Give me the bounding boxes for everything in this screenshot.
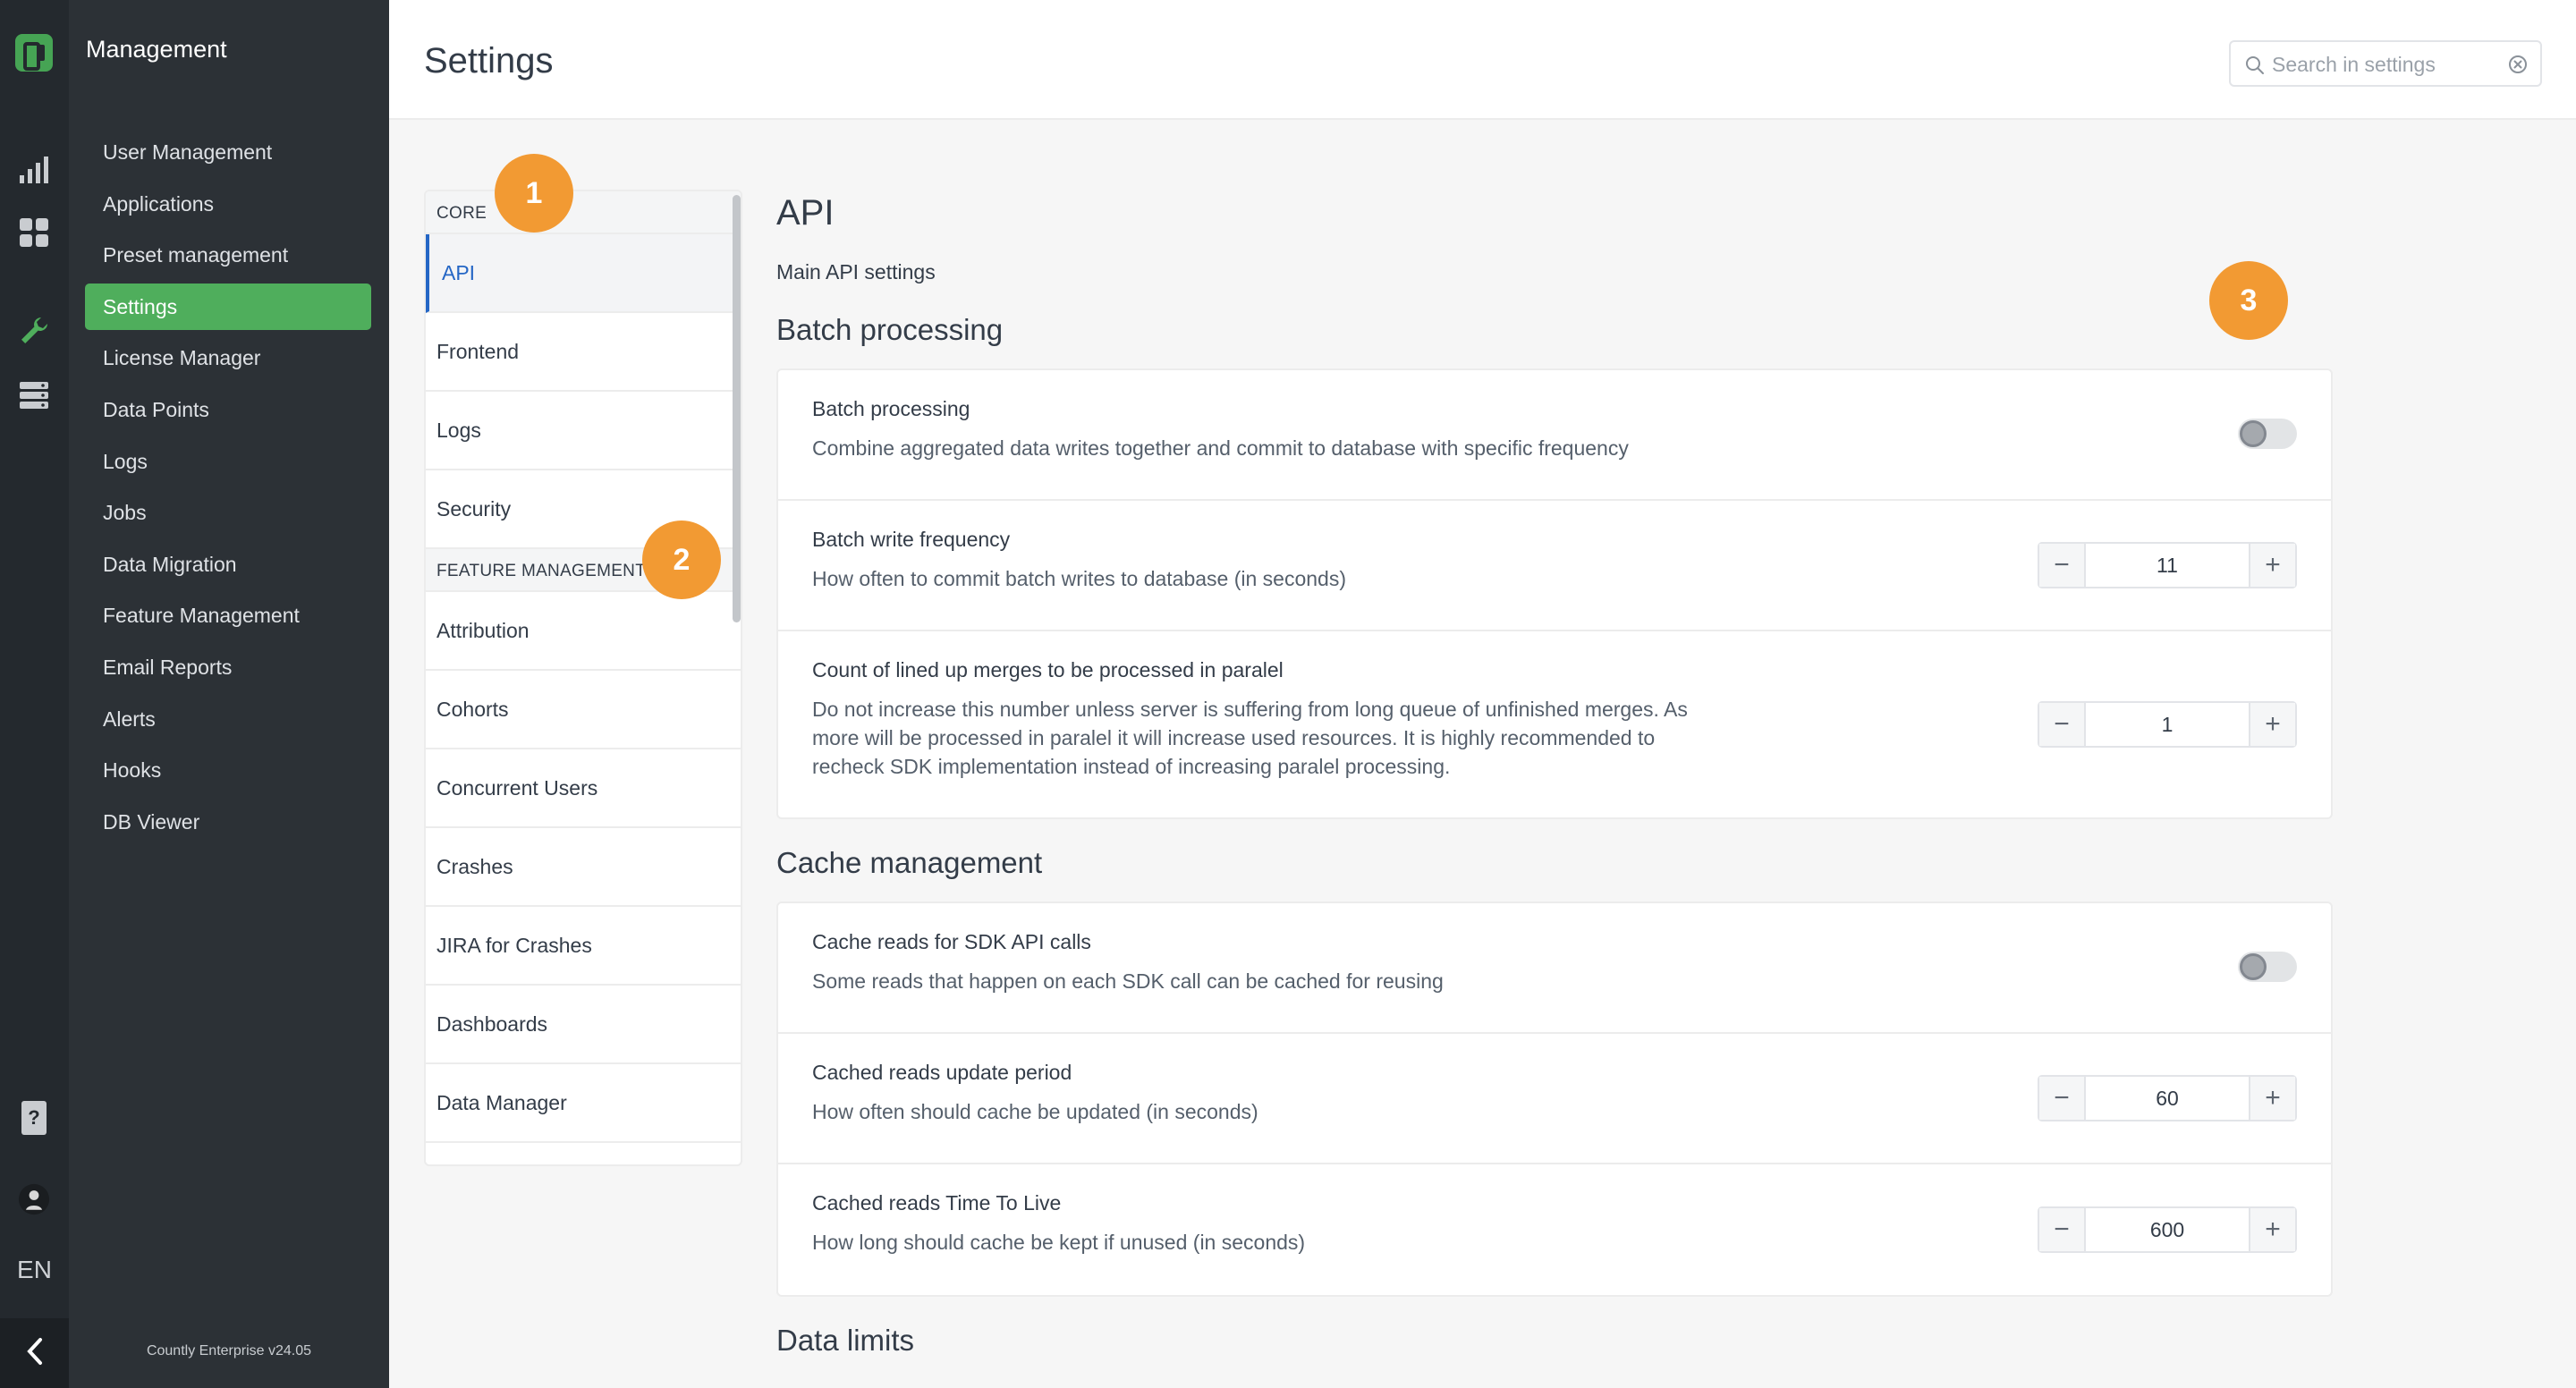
cache-ttl-stepper: − 600 + <box>2038 1206 2297 1253</box>
subnav-item-attribution[interactable]: Attribution <box>426 592 741 671</box>
batch-processing-card: Batch processing Combine aggregated data… <box>776 368 2333 819</box>
settings-content: API Main API settings Batch processing B… <box>776 190 2333 1358</box>
sidebar-item-settings[interactable]: Settings <box>85 283 371 330</box>
sidebar-item-feature-management[interactable]: Feature Management <box>85 592 371 639</box>
data-limits-heading: Data limits <box>776 1324 915 1357</box>
setting-label: Count of lined up merges to be processed… <box>812 658 1284 681</box>
stepper-value[interactable]: 11 <box>2086 544 2249 587</box>
merges-count-stepper: − 1 + <box>2038 701 2297 748</box>
settings-search[interactable] <box>2229 40 2542 87</box>
setting-row: Cached reads Time To Live How long shoul… <box>778 1164 2331 1295</box>
sidebar-item-data-points[interactable]: Data Points <box>85 386 371 433</box>
batch-write-frequency-stepper: − 11 + <box>2038 542 2297 588</box>
step-marker-2: 2 <box>642 520 721 599</box>
setting-row: Cached reads update period How often sho… <box>778 1034 2331 1164</box>
subnav-item-api[interactable]: API <box>426 234 741 313</box>
sidebar-item-user-management[interactable]: User Management <box>85 129 371 175</box>
increment-button[interactable]: + <box>2249 1208 2295 1251</box>
batch-processing-toggle[interactable] <box>2238 419 2297 449</box>
language-selector[interactable]: EN <box>0 1256 69 1284</box>
sidebar-title: Management <box>86 36 227 63</box>
page-header: Settings <box>389 0 2576 120</box>
search-icon <box>2245 55 2265 80</box>
setting-description: Some reads that happen on each SDK call … <box>812 969 1444 993</box>
setting-label: Cache reads for SDK API calls <box>812 930 1091 953</box>
sidebar-item-alerts[interactable]: Alerts <box>85 696 371 742</box>
decrement-button[interactable]: − <box>2039 1077 2086 1120</box>
setting-row: Cache reads for SDK API calls Some reads… <box>778 903 2331 1034</box>
version-label: Countly Enterprise v24.05 <box>146 1343 312 1358</box>
settings-subnav: CORE API Frontend Logs Security FEATURE … <box>424 190 742 1166</box>
increment-button[interactable]: + <box>2249 703 2295 746</box>
subnav-item-data-manager[interactable]: Data Manager <box>426 1064 741 1143</box>
search-input[interactable] <box>2272 51 2496 78</box>
subnav-section-core: CORE <box>426 191 741 234</box>
toggle-knob <box>2240 953 2267 980</box>
decrement-button[interactable]: − <box>2039 703 2086 746</box>
step-marker-1: 1 <box>495 154 573 233</box>
setting-description: Do not increase this number unless serve… <box>812 698 1688 778</box>
subnav-item-crashes[interactable]: Crashes <box>426 828 741 907</box>
subnav-scrollbar[interactable] <box>733 195 741 622</box>
dashboards-icon[interactable] <box>18 216 50 249</box>
stepper-value[interactable]: 600 <box>2086 1208 2249 1251</box>
increment-button[interactable]: + <box>2249 1077 2295 1120</box>
batch-processing-heading: Batch processing <box>776 313 1004 346</box>
sidebar-item-jobs[interactable]: Jobs <box>85 489 371 536</box>
subnav-item-concurrent-users[interactable]: Concurrent Users <box>426 749 741 828</box>
sidebar-item-logs[interactable]: Logs <box>85 438 371 485</box>
analytics-icon[interactable] <box>18 154 50 186</box>
section-title: API <box>776 193 835 233</box>
stepper-value[interactable]: 60 <box>2086 1077 2249 1120</box>
sidebar-item-hooks[interactable]: Hooks <box>85 747 371 793</box>
collapse-sidebar-button[interactable] <box>0 1318 69 1388</box>
subnav-item-dashboards[interactable]: Dashboards <box>426 986 741 1064</box>
cache-reads-toggle[interactable] <box>2238 952 2297 982</box>
sidebar-menu: User Management Applications Preset mana… <box>85 129 371 850</box>
sidebar-item-license-manager[interactable]: License Manager <box>85 334 371 381</box>
help-icon[interactable]: ? <box>18 1101 50 1135</box>
sidebar-item-data-migration[interactable]: Data Migration <box>85 541 371 588</box>
step-marker-3: 3 <box>2209 261 2288 340</box>
cache-management-heading: Cache management <box>776 846 1043 879</box>
toggle-knob <box>2240 420 2267 447</box>
subnav-item-logs[interactable]: Logs <box>426 392 741 470</box>
user-avatar[interactable] <box>18 1183 50 1215</box>
stepper-value[interactable]: 1 <box>2086 703 2249 746</box>
management-wrench-icon[interactable] <box>18 315 50 347</box>
setting-row: Batch processing Combine aggregated data… <box>778 370 2331 501</box>
icon-rail: ? EN <box>0 0 69 1388</box>
increment-button[interactable]: + <box>2249 544 2295 587</box>
decrement-button[interactable]: − <box>2039 1208 2086 1251</box>
subnav-item-jira-for-crashes[interactable]: JIRA for Crashes <box>426 907 741 986</box>
setting-row: Count of lined up merges to be processed… <box>778 631 2331 817</box>
section-description: Main API settings <box>776 260 936 284</box>
subnav-item-cohorts[interactable]: Cohorts <box>426 671 741 749</box>
chevron-left-icon <box>26 1337 44 1370</box>
decrement-button[interactable]: − <box>2039 544 2086 587</box>
logo-icon[interactable] <box>15 34 53 72</box>
setting-description: Combine aggregated data writes together … <box>812 436 1629 460</box>
database-icon[interactable] <box>18 379 50 411</box>
management-sidebar: Management User Management Applications … <box>69 0 389 1388</box>
sidebar-item-applications[interactable]: Applications <box>85 181 371 227</box>
sidebar-item-email-reports[interactable]: Email Reports <box>85 644 371 690</box>
subnav-item-frontend[interactable]: Frontend <box>426 313 741 392</box>
setting-description: How often to commit batch writes to data… <box>812 567 1347 590</box>
sidebar-item-db-viewer[interactable]: DB Viewer <box>85 799 371 845</box>
setting-description: How long should cache be kept if unused … <box>812 1231 1306 1254</box>
cache-management-card: Cache reads for SDK API calls Some reads… <box>776 901 2333 1297</box>
cache-update-period-stepper: − 60 + <box>2038 1075 2297 1121</box>
page-title: Settings <box>424 41 554 80</box>
sidebar-item-preset-management[interactable]: Preset management <box>85 232 371 278</box>
svg-text:?: ? <box>28 1106 39 1129</box>
setting-label: Batch processing <box>812 397 970 420</box>
clear-search-icon[interactable] <box>2508 55 2528 79</box>
setting-row: Batch write frequency How often to commi… <box>778 501 2331 631</box>
setting-description: How often should cache be updated (in se… <box>812 1100 1258 1123</box>
